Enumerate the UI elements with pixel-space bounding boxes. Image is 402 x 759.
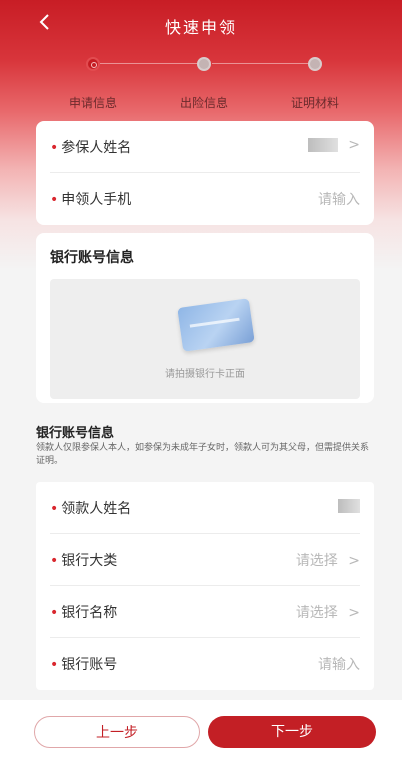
bank-account-label: 银行账号 [61,657,118,673]
upload-hint: 请拍摄银行卡正面 [165,369,245,380]
bank-card-icon [177,298,255,352]
next-step-button[interactable]: 下一步 [208,716,376,748]
payee-name-value [338,498,360,514]
bank-info-card: • 领款人姓名 • 银行大类 请选择 > • 银行名称 请选择 > • 银行账号 请输入 [36,482,374,690]
progress-steps: 申请信息 出险信息 证明材料 [0,52,402,112]
step-label-3: 证明材料 [290,96,339,110]
bank-card-photo-upload[interactable]: 请拍摄银行卡正面 [50,279,360,399]
bank-category-select[interactable]: 请选择 > [296,550,360,570]
footer-bar: 上一步 下一步 [0,700,402,759]
masked-payee-name [338,499,360,513]
step-dot-active [86,57,100,71]
bank-category-row[interactable]: • 银行大类 请选择 > [36,534,374,586]
payee-name-label: 领款人姓名 [61,501,132,517]
step-connector [212,63,320,64]
chevron-right-icon: > [348,137,360,153]
chevron-right-icon: > [348,605,360,621]
insured-name-label: 参保人姓名 [61,140,132,156]
insured-info-card: • 参保人姓名 > • 申领人手机 请输入 [36,121,374,225]
bank-name-row[interactable]: • 银行名称 请选择 > [36,586,374,638]
bank-info-title: 银行账号信息 [36,426,115,441]
top-bar: 快速申领 [0,0,402,48]
insured-name-value: > [307,137,360,153]
bank-account-row[interactable]: • 银行账号 请输入 [36,638,374,690]
step-connector [100,63,208,64]
prev-step-button[interactable]: 上一步 [34,716,200,748]
step-dot [197,57,211,71]
step-label-2: 出险信息 [179,96,228,110]
masked-name [307,138,338,152]
bank-name-placeholder: 请选择 [295,605,338,621]
bank-card-upload-card: 银行账号信息 请拍摄银行卡正面 [36,233,374,403]
bank-name-label: 银行名称 [61,605,118,621]
bank-upload-title: 银行账号信息 [50,250,134,266]
bank-info-note: 领款人仅限参保人本人，如参保为未成年子女时，领款人可为其父母，但需提供关系证明。 [36,443,370,466]
chevron-right-icon: > [348,553,360,569]
applicant-phone-label: 申领人手机 [61,192,132,208]
step-dot [308,57,322,71]
bank-account-input[interactable]: 请输入 [318,654,360,674]
applicant-phone-input[interactable]: 请输入 [318,189,360,209]
payee-name-row[interactable]: • 领款人姓名 [36,482,374,534]
bank-category-label: 银行大类 [61,553,118,569]
bank-name-select[interactable]: 请选择 > [296,602,360,622]
step-label-1: 申请信息 [68,96,117,110]
applicant-phone-row[interactable]: • 申领人手机 请输入 [36,173,374,225]
bank-category-placeholder: 请选择 [295,553,338,569]
page-title: 快速申领 [164,18,237,37]
insured-name-row[interactable]: • 参保人姓名 > [36,121,374,173]
